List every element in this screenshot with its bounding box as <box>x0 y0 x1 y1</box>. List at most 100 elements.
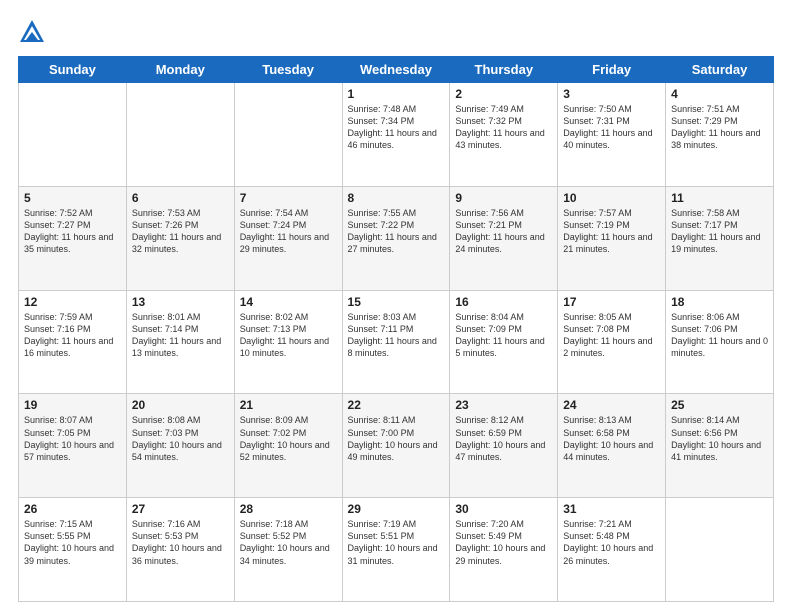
day-info: Sunrise: 8:05 AM Sunset: 7:08 PM Dayligh… <box>563 311 660 360</box>
day-cell: 25 Sunrise: 8:14 AM Sunset: 6:56 PM Dayli… <box>666 394 774 498</box>
day-cell: 18 Sunrise: 8:06 AM Sunset: 7:06 PM Dayli… <box>666 290 774 394</box>
day-info: Sunrise: 7:19 AM Sunset: 5:51 PM Dayligh… <box>348 518 445 567</box>
day-info: Sunrise: 7:52 AM Sunset: 7:27 PM Dayligh… <box>24 207 121 256</box>
day-cell: 20 Sunrise: 8:08 AM Sunset: 7:03 PM Dayli… <box>126 394 234 498</box>
day-info: Sunrise: 8:14 AM Sunset: 6:56 PM Dayligh… <box>671 414 768 463</box>
day-number: 29 <box>348 502 445 516</box>
day-cell <box>126 83 234 187</box>
week-row-3: 12 Sunrise: 7:59 AM Sunset: 7:16 PM Dayli… <box>19 290 774 394</box>
day-cell: 22 Sunrise: 8:11 AM Sunset: 7:00 PM Dayli… <box>342 394 450 498</box>
day-cell: 10 Sunrise: 7:57 AM Sunset: 7:19 PM Dayli… <box>558 186 666 290</box>
day-info: Sunrise: 8:03 AM Sunset: 7:11 PM Dayligh… <box>348 311 445 360</box>
day-number: 5 <box>24 191 121 205</box>
day-number: 24 <box>563 398 660 412</box>
weekday-friday: Friday <box>558 57 666 83</box>
day-info: Sunrise: 8:07 AM Sunset: 7:05 PM Dayligh… <box>24 414 121 463</box>
day-number: 23 <box>455 398 552 412</box>
day-cell: 26 Sunrise: 7:15 AM Sunset: 5:55 PM Dayli… <box>19 498 127 602</box>
day-info: Sunrise: 7:50 AM Sunset: 7:31 PM Dayligh… <box>563 103 660 152</box>
day-number: 10 <box>563 191 660 205</box>
day-number: 20 <box>132 398 229 412</box>
day-cell: 15 Sunrise: 8:03 AM Sunset: 7:11 PM Dayli… <box>342 290 450 394</box>
day-cell: 6 Sunrise: 7:53 AM Sunset: 7:26 PM Daylig… <box>126 186 234 290</box>
day-number: 6 <box>132 191 229 205</box>
day-number: 22 <box>348 398 445 412</box>
day-info: Sunrise: 7:57 AM Sunset: 7:19 PM Dayligh… <box>563 207 660 256</box>
day-number: 31 <box>563 502 660 516</box>
day-number: 16 <box>455 295 552 309</box>
day-cell: 16 Sunrise: 8:04 AM Sunset: 7:09 PM Dayli… <box>450 290 558 394</box>
day-info: Sunrise: 7:16 AM Sunset: 5:53 PM Dayligh… <box>132 518 229 567</box>
day-info: Sunrise: 8:01 AM Sunset: 7:14 PM Dayligh… <box>132 311 229 360</box>
weekday-saturday: Saturday <box>666 57 774 83</box>
day-info: Sunrise: 7:15 AM Sunset: 5:55 PM Dayligh… <box>24 518 121 567</box>
day-number: 14 <box>240 295 337 309</box>
day-info: Sunrise: 8:09 AM Sunset: 7:02 PM Dayligh… <box>240 414 337 463</box>
day-info: Sunrise: 8:08 AM Sunset: 7:03 PM Dayligh… <box>132 414 229 463</box>
day-info: Sunrise: 7:20 AM Sunset: 5:49 PM Dayligh… <box>455 518 552 567</box>
day-info: Sunrise: 7:51 AM Sunset: 7:29 PM Dayligh… <box>671 103 768 152</box>
logo <box>18 18 50 46</box>
day-info: Sunrise: 7:49 AM Sunset: 7:32 PM Dayligh… <box>455 103 552 152</box>
day-number: 15 <box>348 295 445 309</box>
day-number: 4 <box>671 87 768 101</box>
day-info: Sunrise: 8:11 AM Sunset: 7:00 PM Dayligh… <box>348 414 445 463</box>
calendar-table: SundayMondayTuesdayWednesdayThursdayFrid… <box>18 56 774 602</box>
day-cell: 13 Sunrise: 8:01 AM Sunset: 7:14 PM Dayli… <box>126 290 234 394</box>
day-number: 21 <box>240 398 337 412</box>
week-row-4: 19 Sunrise: 8:07 AM Sunset: 7:05 PM Dayli… <box>19 394 774 498</box>
logo-icon <box>18 18 46 46</box>
day-cell <box>666 498 774 602</box>
day-info: Sunrise: 7:55 AM Sunset: 7:22 PM Dayligh… <box>348 207 445 256</box>
day-number: 25 <box>671 398 768 412</box>
day-cell: 31 Sunrise: 7:21 AM Sunset: 5:48 PM Dayli… <box>558 498 666 602</box>
weekday-wednesday: Wednesday <box>342 57 450 83</box>
day-cell: 2 Sunrise: 7:49 AM Sunset: 7:32 PM Daylig… <box>450 83 558 187</box>
day-info: Sunrise: 7:48 AM Sunset: 7:34 PM Dayligh… <box>348 103 445 152</box>
day-number: 2 <box>455 87 552 101</box>
day-cell: 3Sunrise: 7:50 AM Sunset: 7:31 PM Daylig… <box>558 83 666 187</box>
day-number: 27 <box>132 502 229 516</box>
day-number: 1 <box>348 87 445 101</box>
day-cell: 7 Sunrise: 7:54 AM Sunset: 7:24 PM Daylig… <box>234 186 342 290</box>
day-number: 7 <box>240 191 337 205</box>
weekday-monday: Monday <box>126 57 234 83</box>
day-cell: 9Sunrise: 7:56 AM Sunset: 7:21 PM Daylig… <box>450 186 558 290</box>
day-info: Sunrise: 7:54 AM Sunset: 7:24 PM Dayligh… <box>240 207 337 256</box>
day-cell: 19 Sunrise: 8:07 AM Sunset: 7:05 PM Dayli… <box>19 394 127 498</box>
header <box>18 18 774 46</box>
day-number: 19 <box>24 398 121 412</box>
day-info: Sunrise: 8:06 AM Sunset: 7:06 PM Dayligh… <box>671 311 768 360</box>
day-info: Sunrise: 8:02 AM Sunset: 7:13 PM Dayligh… <box>240 311 337 360</box>
day-cell: 21 Sunrise: 8:09 AM Sunset: 7:02 PM Dayli… <box>234 394 342 498</box>
page: SundayMondayTuesdayWednesdayThursdayFrid… <box>0 0 792 612</box>
day-cell: 14 Sunrise: 8:02 AM Sunset: 7:13 PM Dayli… <box>234 290 342 394</box>
day-cell: 8 Sunrise: 7:55 AM Sunset: 7:22 PM Daylig… <box>342 186 450 290</box>
day-cell: 23 Sunrise: 8:12 AM Sunset: 6:59 PM Dayli… <box>450 394 558 498</box>
day-info: Sunrise: 7:18 AM Sunset: 5:52 PM Dayligh… <box>240 518 337 567</box>
day-info: Sunrise: 7:59 AM Sunset: 7:16 PM Dayligh… <box>24 311 121 360</box>
day-number: 13 <box>132 295 229 309</box>
week-row-1: 1 Sunrise: 7:48 AM Sunset: 7:34 PM Daylig… <box>19 83 774 187</box>
weekday-sunday: Sunday <box>19 57 127 83</box>
day-info: Sunrise: 7:53 AM Sunset: 7:26 PM Dayligh… <box>132 207 229 256</box>
day-cell: 5 Sunrise: 7:52 AM Sunset: 7:27 PM Daylig… <box>19 186 127 290</box>
day-number: 12 <box>24 295 121 309</box>
day-info: Sunrise: 8:04 AM Sunset: 7:09 PM Dayligh… <box>455 311 552 360</box>
day-number: 8 <box>348 191 445 205</box>
week-row-5: 26 Sunrise: 7:15 AM Sunset: 5:55 PM Dayli… <box>19 498 774 602</box>
day-cell <box>234 83 342 187</box>
day-cell: 17Sunrise: 8:05 AM Sunset: 7:08 PM Dayli… <box>558 290 666 394</box>
day-info: Sunrise: 7:21 AM Sunset: 5:48 PM Dayligh… <box>563 518 660 567</box>
day-number: 26 <box>24 502 121 516</box>
day-number: 28 <box>240 502 337 516</box>
day-cell: 11Sunrise: 7:58 AM Sunset: 7:17 PM Dayli… <box>666 186 774 290</box>
day-info: Sunrise: 8:13 AM Sunset: 6:58 PM Dayligh… <box>563 414 660 463</box>
day-number: 18 <box>671 295 768 309</box>
day-number: 30 <box>455 502 552 516</box>
day-cell: 28 Sunrise: 7:18 AM Sunset: 5:52 PM Dayli… <box>234 498 342 602</box>
day-cell: 27 Sunrise: 7:16 AM Sunset: 5:53 PM Dayli… <box>126 498 234 602</box>
day-number: 11 <box>671 191 768 205</box>
day-cell <box>19 83 127 187</box>
day-info: Sunrise: 8:12 AM Sunset: 6:59 PM Dayligh… <box>455 414 552 463</box>
